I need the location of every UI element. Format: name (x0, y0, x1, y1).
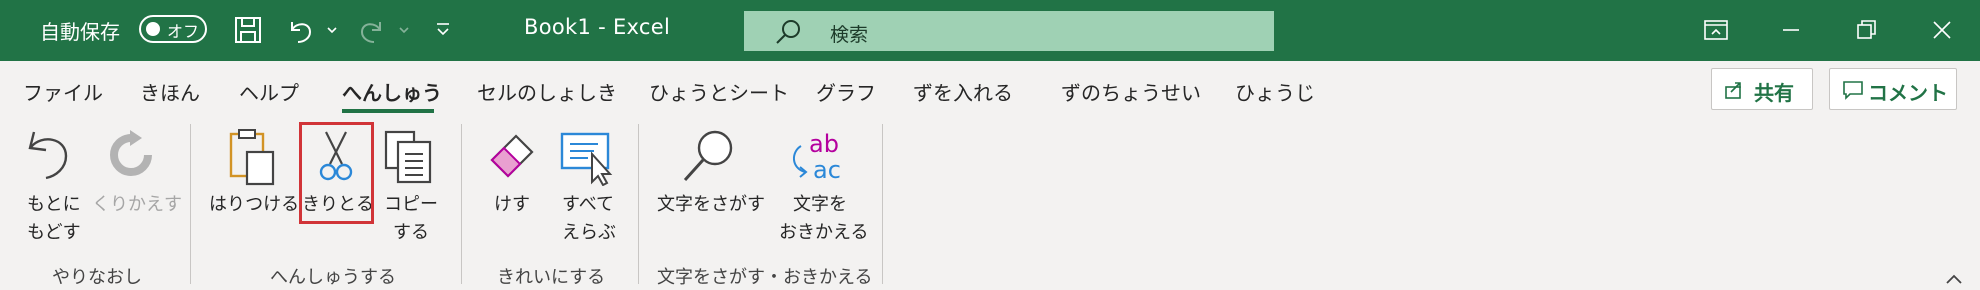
share-label: 共有 (1754, 81, 1794, 105)
erase-button[interactable]: けす (482, 124, 544, 215)
autosave-label: 自動保存 (40, 20, 120, 44)
group-separator (882, 124, 883, 284)
restore-icon[interactable] (1850, 14, 1882, 46)
tab-henshuu[interactable]: へんしゅう (342, 77, 442, 106)
undo-label-2: もどす (27, 222, 81, 243)
undo-dropdown-icon[interactable] (326, 24, 338, 36)
replace-icon: ab ac (793, 130, 841, 184)
search-icon (776, 20, 800, 44)
comment-label: コメント (1868, 81, 1948, 105)
comment-button[interactable]: コメント (1829, 68, 1957, 110)
copy-label-1: コピー (384, 194, 438, 215)
redo-label: くりかえす (92, 194, 182, 215)
select-all-button[interactable]: すべて えらぶ (556, 124, 620, 244)
select-all-label-1: すべて (562, 194, 615, 215)
tab-kihon[interactable]: きほん (140, 77, 200, 106)
find-label: 文字をさがす (657, 194, 765, 215)
customize-qat-icon[interactable] (434, 20, 452, 38)
share-button[interactable]: 共有 (1711, 68, 1813, 110)
erase-label: けす (494, 194, 530, 215)
undo-label-1: もとに (27, 194, 81, 215)
tab-file[interactable]: ファイル (23, 77, 103, 106)
title-bar: 自動保存 オフ Book1 - Excel 検索 (0, 0, 1980, 61)
autosave-toggle[interactable]: オフ (139, 15, 207, 43)
undo-icon[interactable] (284, 14, 316, 46)
group-separator (638, 124, 639, 284)
tab-view[interactable]: ひょうじ (1235, 77, 1315, 106)
search-placeholder: 検索 (830, 24, 869, 46)
copy-button[interactable]: コピー する (380, 124, 442, 244)
group-label-edit: へんしゅうする (270, 267, 396, 288)
search-box[interactable]: 検索 (744, 11, 1274, 51)
magnifier-icon (683, 130, 733, 182)
redo-icon[interactable] (356, 14, 388, 46)
save-icon[interactable] (232, 14, 264, 46)
tab-insert-figure[interactable]: ずを入れる (913, 77, 1013, 106)
toggle-knob (146, 22, 160, 36)
tab-table-sheet[interactable]: ひょうとシート (649, 77, 789, 106)
group-separator (190, 124, 191, 284)
find-button[interactable]: 文字をさがす (657, 124, 769, 215)
tab-help[interactable]: ヘルプ (239, 77, 299, 106)
redo-button[interactable]: くりかえす (92, 124, 184, 215)
svg-text:ac: ac (813, 156, 841, 184)
group-label-find: 文字をさがす・おきかえる (657, 267, 873, 288)
active-tab-indicator (342, 109, 434, 113)
autosave-state: オフ (167, 22, 200, 41)
select-all-label-2: えらぶ (562, 222, 616, 243)
tab-figure-adjust[interactable]: ずのちょうせい (1061, 77, 1201, 106)
minimize-icon[interactable] (1775, 14, 1807, 46)
replace-label-2: おきかえる (779, 222, 869, 243)
tab-graph[interactable]: グラフ (816, 77, 876, 106)
cut-highlight (299, 122, 374, 224)
collapse-ribbon-icon[interactable] (1944, 272, 1964, 286)
eraser-icon (490, 134, 534, 178)
select-all-icon (560, 132, 613, 186)
replace-label-1: 文字を (793, 194, 847, 215)
group-separator (461, 124, 462, 284)
close-icon[interactable] (1926, 14, 1958, 46)
copy-icon (384, 130, 432, 184)
copy-label-2: する (393, 222, 429, 243)
redo-dropdown-icon[interactable] (398, 24, 410, 36)
paste-button[interactable]: はりつける (209, 124, 299, 215)
undo-button[interactable]: もとに もどす (18, 124, 82, 244)
document-title: Book1 - Excel (524, 15, 671, 39)
redo-large-icon (110, 130, 152, 176)
undo-large-icon (28, 131, 68, 180)
replace-button[interactable]: ab ac 文字を おきかえる (777, 124, 869, 244)
paste-icon (229, 129, 275, 186)
group-label-undo: やりなおし (52, 267, 142, 288)
ribbon-display-options-icon[interactable] (1700, 14, 1732, 46)
tab-cell-format[interactable]: セルのしょしき (477, 77, 617, 106)
svg-text:ab: ab (809, 130, 839, 158)
paste-label: はりつける (209, 194, 300, 215)
comment-icon (1843, 81, 1863, 100)
group-label-clean: きれいにする (497, 267, 606, 288)
share-icon (1725, 82, 1741, 99)
